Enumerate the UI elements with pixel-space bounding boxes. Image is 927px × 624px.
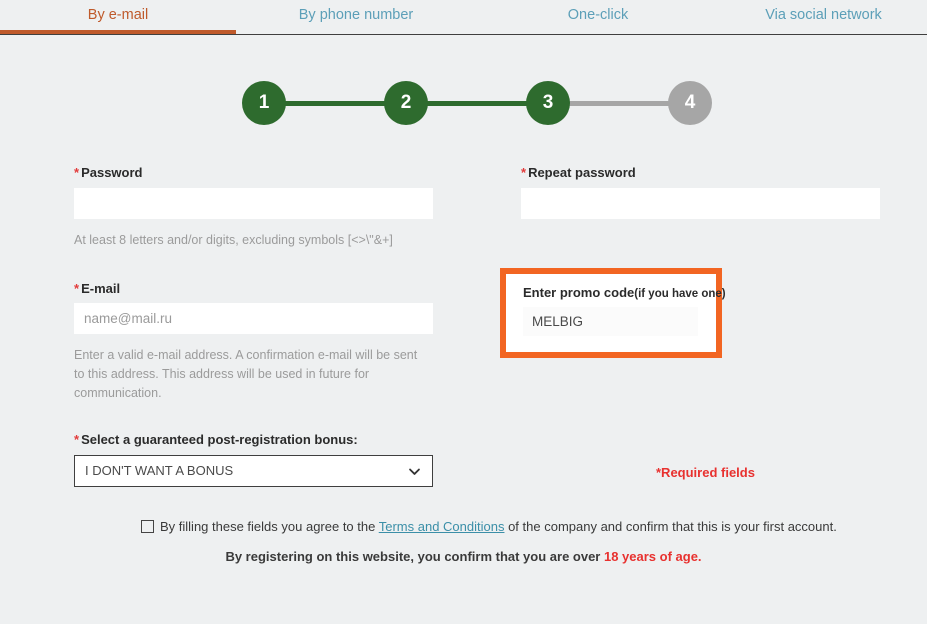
email-label-text: E-mail (81, 281, 121, 296)
password-input[interactable] (74, 188, 433, 219)
bonus-select-value: I DON'T WANT A BONUS (85, 463, 234, 478)
stepper-step-2[interactable]: 2 (384, 81, 428, 125)
repeat-password-label-text: Repeat password (528, 165, 636, 180)
promo-code-label: Enter promo code(if you have one) (523, 285, 726, 300)
promo-code-box: Enter promo code(if you have one) (500, 268, 726, 358)
bonus-required-asterisk: * (74, 432, 80, 447)
email-hint: Enter a valid e-mail address. A confirma… (74, 348, 418, 400)
terms-agreement-row: By filling these fields you agree to the… (141, 518, 837, 536)
email-required-asterisk: * (74, 281, 80, 296)
email-input[interactable] (74, 303, 433, 334)
tab-by-email[interactable]: By e-mail (0, 0, 236, 34)
bonus-select[interactable]: I DON'T WANT A BONUS (74, 455, 433, 487)
stepper-step-1[interactable]: 1 (242, 81, 286, 125)
bonus-label-text: Select a guaranteed post-registration bo… (81, 432, 358, 447)
terms-agreement-text-before: By filling these fields you agree to the (160, 519, 379, 534)
tab-by-phone-number[interactable]: By phone number (236, 0, 476, 34)
age-confirmation-note: By registering on this website, you conf… (0, 549, 927, 564)
tab-one-click[interactable]: One-click (476, 0, 720, 34)
bonus-label: * Select a guaranteed post-registration b… (74, 432, 358, 447)
repeat-password-input[interactable] (521, 188, 880, 219)
password-hint: At least 8 letters and/or digits, exclud… (74, 233, 393, 247)
password-label: * Password (74, 165, 142, 180)
chevron-down-icon (408, 465, 421, 478)
age-note-text: By registering on this website, you conf… (225, 549, 604, 564)
promo-code-input[interactable] (523, 307, 698, 336)
promo-code-label-sub: (if you have one) (634, 288, 726, 300)
terms-agreement-text-after: of the company and confirm that this is … (504, 519, 837, 534)
required-fields-note: *Required fields (656, 465, 755, 480)
terms-agreement-checkbox[interactable] (141, 520, 154, 533)
email-label: * E-mail (74, 281, 120, 296)
stepper-step-4[interactable]: 4 (668, 81, 712, 125)
terms-and-conditions-link[interactable]: Terms and Conditions (379, 519, 505, 534)
tab-via-social-network[interactable]: Via social network (720, 0, 927, 34)
repeat-password-required-asterisk: * (521, 165, 527, 180)
registration-progress-stepper: 1 2 3 4 (242, 81, 712, 127)
registration-method-tabs: By e-mail By phone number One-click Via … (0, 0, 927, 35)
password-label-text: Password (81, 165, 143, 180)
age-note-highlight: 18 years of age. (603, 549, 702, 564)
password-required-asterisk: * (74, 165, 80, 180)
stepper-step-3[interactable]: 3 (526, 81, 570, 125)
repeat-password-label: * Repeat password (521, 165, 636, 180)
promo-code-label-text: Enter promo code (523, 285, 635, 300)
